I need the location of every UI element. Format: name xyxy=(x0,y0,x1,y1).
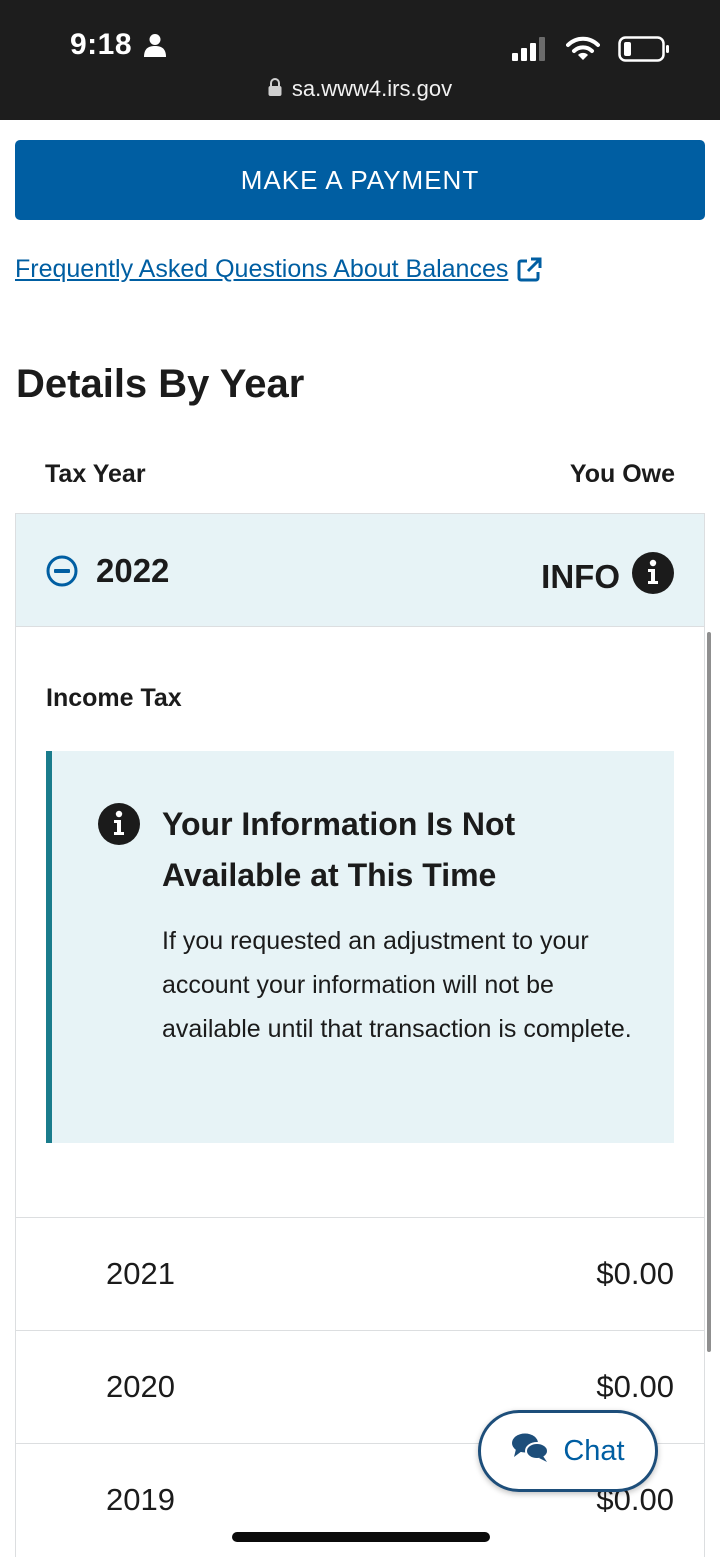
info-button[interactable]: INFO xyxy=(541,552,674,602)
address-bar[interactable]: sa.www4.irs.gov xyxy=(0,76,720,102)
alert-body: If you requested an adjustment to your a… xyxy=(162,927,632,1043)
row-amount: $0.00 xyxy=(596,1369,674,1404)
row-year: 2019 xyxy=(106,1482,175,1517)
income-tax-label: Income Tax xyxy=(46,684,182,712)
scrollbar[interactable] xyxy=(707,632,711,1352)
status-indicators xyxy=(512,36,670,67)
make-payment-button[interactable]: MAKE A PAYMENT xyxy=(15,140,705,220)
info-alert: Your Information Is Not Available at Thi… xyxy=(46,751,674,1143)
info-circle-icon xyxy=(98,803,140,850)
alert-title: Your Information Is Not Available at Thi… xyxy=(162,806,516,893)
row-year: 2020 xyxy=(106,1369,175,1404)
chat-bubbles-icon xyxy=(511,1432,550,1470)
column-header-you-owe: You Owe xyxy=(569,460,675,488)
info-label: INFO xyxy=(541,558,620,595)
home-indicator[interactable] xyxy=(232,1532,490,1542)
faq-link-label: Frequently Asked Questions About Balance… xyxy=(15,255,509,283)
section-title: Details By Year xyxy=(16,362,305,406)
page: 9:18 sa.www4.irs.gov MAKE A PAYMENT Freq… xyxy=(0,0,720,1557)
chat-label: Chat xyxy=(563,1434,625,1467)
lock-icon xyxy=(268,76,282,102)
status-bar: 9:18 sa.www4.irs.gov xyxy=(0,0,720,120)
wifi-icon xyxy=(566,36,600,67)
signal-icon xyxy=(512,37,548,66)
external-link-icon xyxy=(516,257,542,283)
year-2022-header[interactable]: 2022 INFO xyxy=(16,514,704,627)
battery-icon xyxy=(618,36,670,67)
minus-circle-icon[interactable] xyxy=(46,555,78,587)
year-row[interactable]: 2021 $0.00 xyxy=(16,1217,704,1330)
address-url: sa.www4.irs.gov xyxy=(291,76,453,101)
column-header-tax-year: Tax Year xyxy=(45,460,146,488)
row-amount: $0.00 xyxy=(596,1256,674,1291)
year-accordion: 2022 INFO Income Tax Your Information Is… xyxy=(15,513,705,1557)
row-year: 2021 xyxy=(106,1256,175,1291)
status-time-group: 9:18 xyxy=(70,28,167,62)
person-icon xyxy=(144,33,167,57)
info-circle-icon xyxy=(632,552,674,602)
faq-balances-link[interactable]: Frequently Asked Questions About Balance… xyxy=(15,255,542,284)
chat-button[interactable]: Chat xyxy=(478,1410,658,1492)
status-time: 9:18 xyxy=(70,28,133,61)
expanded-year: 2022 xyxy=(96,552,170,589)
